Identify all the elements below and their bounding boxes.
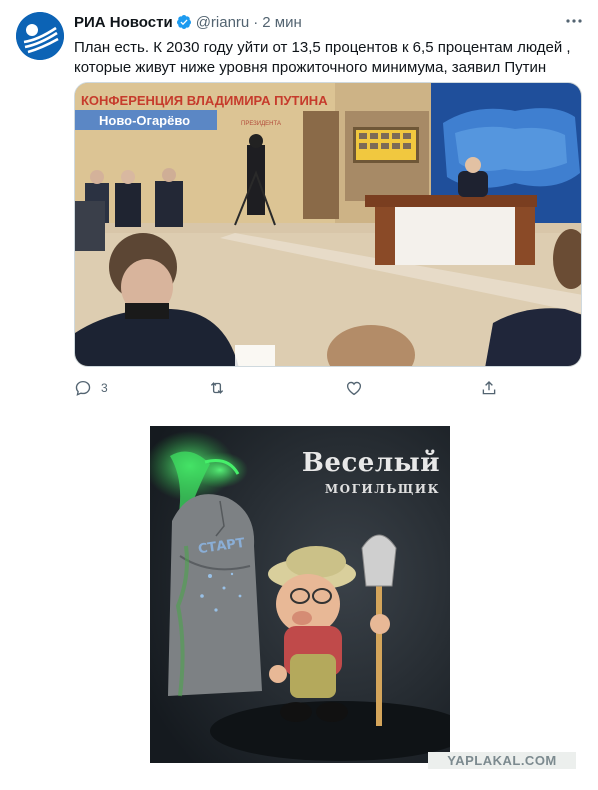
tweet-text: План есть. К 2030 году уйти от 13,5 проц… xyxy=(74,39,571,76)
meme-title: Веселый xyxy=(301,448,440,478)
reply-count: 3 xyxy=(101,381,108,395)
share-button[interactable] xyxy=(480,378,498,398)
separator-dot: · xyxy=(253,13,259,31)
meme-image: Веселый МОГИЛЬЩИК СТАРТ xyxy=(150,426,450,763)
banner-sub-label: ПРЕЗИДЕНТА xyxy=(241,121,281,127)
tweet[interactable]: РИА Новости @rianru · 2 мин План есть. К… xyxy=(0,0,598,410)
like-button[interactable] xyxy=(345,378,363,398)
retweet-icon xyxy=(210,382,224,394)
reply-icon xyxy=(75,380,91,396)
heart-icon xyxy=(346,381,362,396)
ria-logo-icon xyxy=(16,12,64,60)
reply-button[interactable]: 3 xyxy=(74,378,108,398)
retweet-button[interactable] xyxy=(208,378,226,398)
tweet-actions: 3 xyxy=(74,376,504,400)
gravedigger-face xyxy=(276,574,340,634)
verified-badge-icon xyxy=(176,15,191,29)
timestamp[interactable]: 2 мин xyxy=(262,14,302,31)
location-badge-text: Ново-Огарёво xyxy=(99,113,190,128)
author-name[interactable]: РИА Новости xyxy=(74,14,173,31)
watermark: YAPLAKAL.COM xyxy=(428,752,576,769)
shovel xyxy=(376,576,382,726)
more-options-icon[interactable] xyxy=(564,14,584,28)
meme-subtitle: МОГИЛЬЩИК xyxy=(324,482,440,496)
share-icon xyxy=(482,381,496,395)
podium-desk xyxy=(365,195,537,207)
avatar[interactable] xyxy=(16,12,64,60)
banner-title: КОНФЕРЕНЦИЯ ВЛАДИМИРА ПУТИНА xyxy=(81,93,328,108)
author-handle[interactable]: @rianru xyxy=(196,14,250,31)
tweet-header: РИА Новости @rianru · 2 мин xyxy=(74,12,302,32)
tweet-photo[interactable]: КОНФЕРЕНЦИЯ ВЛАДИМИРА ПУТИНА Ново-Огарёв… xyxy=(74,82,582,367)
